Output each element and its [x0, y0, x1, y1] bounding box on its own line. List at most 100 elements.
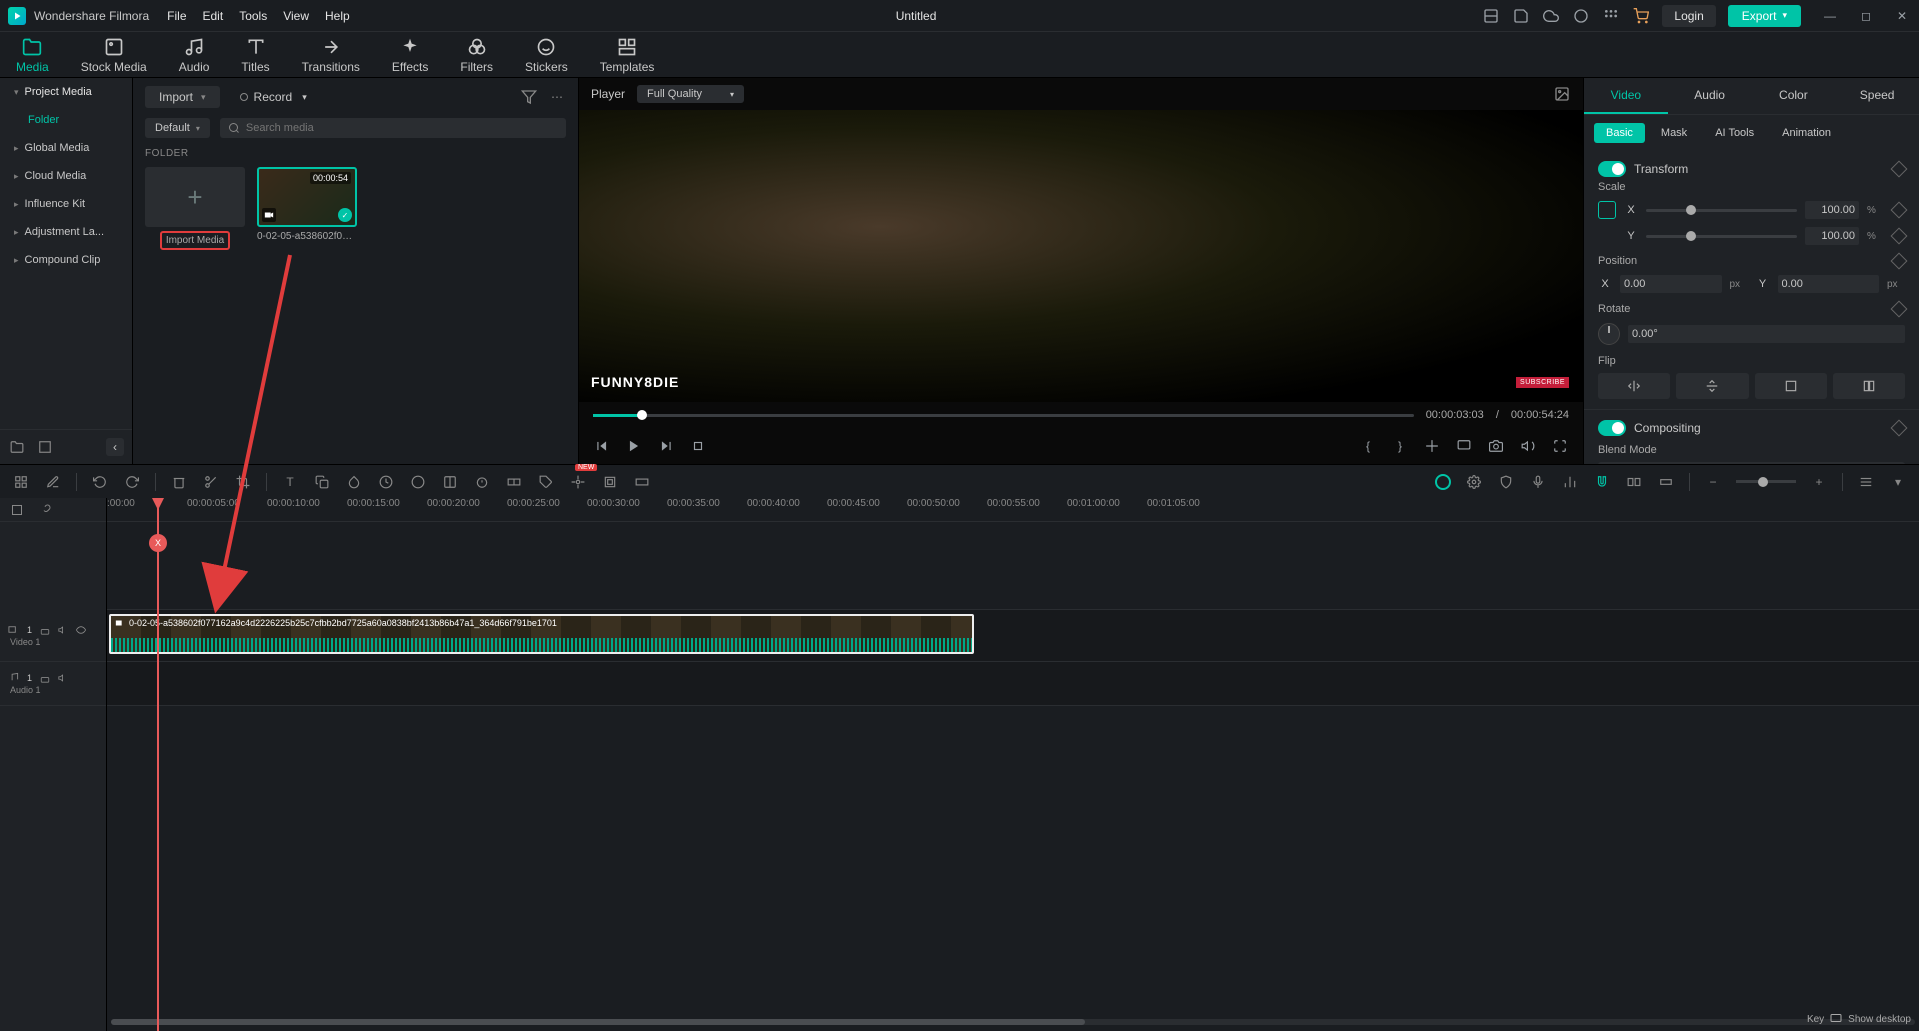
filter-icon[interactable]: [520, 88, 538, 106]
notification-icon[interactable]: [1572, 7, 1590, 25]
tab-video[interactable]: Video: [1584, 78, 1668, 114]
split-icon[interactable]: [202, 473, 220, 491]
subtab-animation[interactable]: Animation: [1770, 123, 1843, 143]
keyframe-icon[interactable]: [1891, 202, 1908, 219]
tab-stock-media[interactable]: Stock Media: [75, 34, 153, 76]
tab-transitions[interactable]: Transitions: [296, 34, 366, 76]
tracks-icon[interactable]: [8, 501, 26, 519]
tab-color[interactable]: Color: [1752, 78, 1836, 114]
volume-icon[interactable]: [1519, 437, 1537, 455]
zoom-in-icon[interactable]: +: [1810, 473, 1828, 491]
save-icon[interactable]: [1512, 7, 1530, 25]
sidebar-folder[interactable]: Folder: [0, 106, 132, 134]
tag-icon[interactable]: [537, 473, 555, 491]
flip-vertical-icon[interactable]: [1676, 373, 1748, 399]
audio-track-lane[interactable]: [107, 662, 1919, 706]
media-clip[interactable]: 00:00:54 ✓ 0-02-05-a538602f0771...: [257, 167, 357, 250]
video-track-header[interactable]: 1 Video 1: [0, 610, 106, 662]
mute-icon[interactable]: [58, 673, 68, 683]
new-bin-icon[interactable]: [36, 438, 54, 456]
render-status-icon[interactable]: [1435, 474, 1451, 490]
ai-tool-icon[interactable]: [569, 473, 587, 491]
import-dropdown[interactable]: Import: [145, 86, 220, 108]
sidebar-global-media[interactable]: ▸Global Media: [0, 134, 132, 162]
subtab-basic[interactable]: Basic: [1594, 123, 1645, 143]
tab-audio[interactable]: Audio: [173, 34, 216, 76]
scale-y-slider[interactable]: [1646, 235, 1797, 238]
mixer-icon[interactable]: [1561, 473, 1579, 491]
green-screen-icon[interactable]: [409, 473, 427, 491]
keyframe-icon[interactable]: [1891, 161, 1908, 178]
sort-dropdown[interactable]: Default: [145, 118, 210, 138]
zoom-slider[interactable]: [1736, 480, 1796, 483]
magnet-icon[interactable]: [1593, 473, 1611, 491]
record-button[interactable]: Record▾: [230, 86, 317, 108]
close-icon[interactable]: ✕: [1893, 7, 1911, 25]
list-view-icon[interactable]: [1857, 473, 1875, 491]
import-media-card[interactable]: + Import Media: [145, 167, 245, 250]
menu-edit[interactable]: Edit: [203, 9, 224, 23]
scale-x-input[interactable]: [1805, 201, 1859, 219]
pos-y-input[interactable]: [1778, 275, 1880, 293]
flip-horizontal-icon[interactable]: [1598, 373, 1670, 399]
sidebar-influence-kit[interactable]: ▸Influence Kit: [0, 190, 132, 218]
keyframe-icon[interactable]: [1891, 301, 1908, 318]
timeline-ruler[interactable]: :00:0000:00:05:0000:00:10:0000:00:15:000…: [107, 498, 1919, 522]
transform-toggle[interactable]: [1598, 161, 1626, 177]
prev-frame-icon[interactable]: [593, 437, 611, 455]
tab-filters[interactable]: Filters: [454, 34, 499, 76]
maximize-icon[interactable]: ◻: [1857, 7, 1875, 25]
track-options-icon[interactable]: ▾: [1889, 473, 1907, 491]
search-input[interactable]: [246, 122, 558, 134]
next-frame-icon[interactable]: [657, 437, 675, 455]
scale-x-slider[interactable]: [1646, 209, 1797, 212]
timeline-clip[interactable]: 0-02-05-a538602f077162a9c4d2226225b25c7c…: [109, 614, 974, 654]
keyframe-icon[interactable]: [1891, 420, 1908, 437]
collapse-sidebar-icon[interactable]: ‹: [106, 438, 124, 456]
keyframe-icon[interactable]: [1891, 228, 1908, 245]
link-icon[interactable]: [36, 501, 54, 519]
sidebar-cloud-media[interactable]: ▸Cloud Media: [0, 162, 132, 190]
audio-track-header[interactable]: 1 Audio 1: [0, 662, 106, 706]
timeline-marker[interactable]: X: [149, 534, 167, 552]
mark-out-icon[interactable]: }: [1391, 437, 1409, 455]
tab-effects[interactable]: Effects: [386, 34, 434, 76]
sidebar-compound-clip[interactable]: ▸Compound Clip: [0, 246, 132, 274]
timeline-scrollbar[interactable]: [111, 1019, 1915, 1025]
mark-in-icon[interactable]: {: [1359, 437, 1377, 455]
scale-y-input[interactable]: [1805, 227, 1859, 245]
settings-icon[interactable]: [1465, 473, 1483, 491]
cart-icon[interactable]: [1632, 7, 1650, 25]
sidebar-adjustment-layer[interactable]: ▸Adjustment La...: [0, 218, 132, 246]
ripple-icon[interactable]: [1657, 473, 1675, 491]
blend-mode-dropdown[interactable]: Normal: [1598, 462, 1905, 464]
keyframe-tool-icon[interactable]: [441, 473, 459, 491]
sidebar-project-media[interactable]: ▾Project Media: [0, 78, 132, 106]
tab-stickers[interactable]: Stickers: [519, 34, 574, 76]
stop-icon[interactable]: [689, 437, 707, 455]
crop-icon[interactable]: [234, 473, 252, 491]
seek-track[interactable]: [593, 414, 1414, 417]
detach-audio-icon[interactable]: [505, 473, 523, 491]
search-box[interactable]: [220, 118, 566, 138]
tab-media[interactable]: Media: [10, 34, 55, 76]
zoom-out-icon[interactable]: −: [1704, 473, 1722, 491]
pos-x-input[interactable]: [1620, 275, 1722, 293]
edit-tool-icon[interactable]: [44, 473, 62, 491]
apps-icon[interactable]: [1602, 7, 1620, 25]
menu-help[interactable]: Help: [325, 9, 350, 23]
keyframe-icon[interactable]: [1891, 253, 1908, 270]
tab-audio-props[interactable]: Audio: [1668, 78, 1752, 114]
play-icon[interactable]: [625, 437, 643, 455]
camera-icon[interactable]: [1487, 437, 1505, 455]
render-icon[interactable]: [633, 473, 651, 491]
tab-titles[interactable]: Titles: [235, 34, 275, 76]
show-desktop[interactable]: Key Show desktop: [1807, 1013, 1911, 1025]
lock-icon[interactable]: [40, 673, 50, 683]
marker-icon[interactable]: [1423, 437, 1441, 455]
marker-add-icon[interactable]: [1497, 473, 1515, 491]
link-tracks-icon[interactable]: [1625, 473, 1643, 491]
lock-icon[interactable]: [40, 625, 50, 635]
menu-tools[interactable]: Tools: [239, 9, 267, 23]
minimize-icon[interactable]: —: [1821, 7, 1839, 25]
